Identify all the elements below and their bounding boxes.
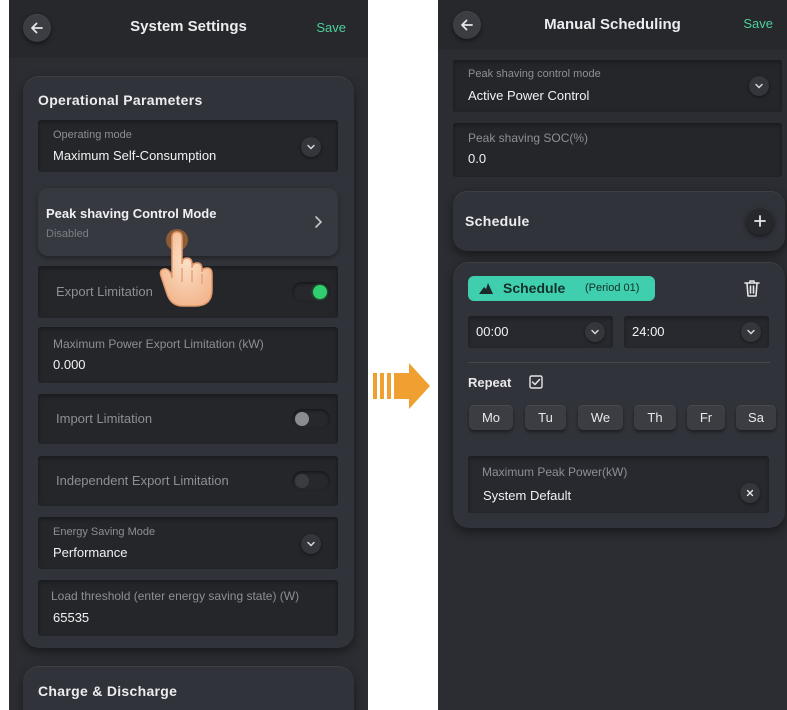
day-chip-fr[interactable]: Fr — [687, 405, 725, 430]
end-time-select[interactable]: 24:00 — [624, 316, 769, 348]
operating-mode-select[interactable]: Operating mode Maximum Self-Consumption — [38, 120, 338, 172]
trash-icon[interactable] — [742, 278, 762, 298]
save-button[interactable]: Save — [743, 16, 773, 31]
row-label: Independent Export Limitation — [56, 473, 229, 488]
start-time-select[interactable]: 00:00 — [468, 316, 613, 348]
day-chip-we[interactable]: We — [578, 405, 623, 430]
field-label: Maximum Peak Power(kW) — [482, 465, 628, 479]
operational-parameters-card: Operational Parameters Operating mode Ma… — [23, 76, 354, 648]
field-value: 65535 — [53, 610, 90, 625]
period-label: (Period 01) — [585, 282, 640, 294]
row-status: Disabled — [46, 228, 89, 240]
schedule-card: Schedule — [453, 191, 785, 251]
field-value: 00:00 — [476, 324, 509, 339]
field-value: Performance — [53, 545, 128, 560]
plus-icon — [754, 215, 766, 227]
close-icon — [746, 489, 754, 497]
day-chip-mo[interactable]: Mo — [469, 405, 513, 430]
peak-icon — [479, 283, 493, 294]
export-limitation-toggle[interactable] — [292, 282, 330, 302]
import-limitation-row: Import Limitation — [38, 394, 338, 444]
peak-shaving-mode-select[interactable]: Peak shaving control mode Active Power C… — [453, 60, 782, 112]
field-value: 0.0 — [468, 151, 487, 166]
section-title: Operational Parameters — [38, 92, 203, 108]
section-title: Charge & Discharge — [38, 683, 178, 699]
add-period-button[interactable] — [746, 207, 774, 235]
toggle-knob — [295, 474, 309, 488]
chevron-down-icon — [585, 322, 605, 342]
header: System Settings Save — [9, 0, 368, 58]
arrow-right-icon — [373, 363, 430, 409]
peak-shaving-soc-field[interactable]: Peak shaving SOC(%) 0.0 — [453, 123, 782, 177]
day-chip-tu[interactable]: Tu — [525, 405, 566, 430]
row-title: Peak shaving Control Mode — [46, 206, 217, 221]
section-title: Schedule — [465, 213, 530, 229]
day-chip-sa[interactable]: Sa — [736, 405, 776, 430]
row-label: Import Limitation — [56, 411, 153, 426]
max-power-export-field[interactable]: Maximum Power Export Limitation (kW) 0.0… — [38, 327, 338, 383]
field-value: 0.000 — [53, 357, 86, 372]
chevron-down-icon[interactable] — [749, 76, 769, 96]
system-settings-screen: System Settings Save Operational Paramet… — [9, 0, 368, 710]
page-title: System Settings — [130, 18, 247, 35]
chevron-right-icon — [315, 216, 323, 228]
field-value: Maximum Self-Consumption — [53, 148, 217, 163]
charge-discharge-card[interactable]: Charge & Discharge — [23, 666, 354, 710]
independent-export-toggle[interactable] — [292, 471, 330, 491]
field-value: 24:00 — [632, 324, 665, 339]
chevron-down-icon[interactable] — [301, 534, 321, 554]
field-label: Load threshold (enter energy saving stat… — [51, 589, 300, 603]
clear-button[interactable] — [740, 483, 760, 503]
import-limitation-toggle[interactable] — [292, 409, 330, 429]
field-label: Peak shaving SOC(%) — [468, 131, 589, 145]
repeat-label: Repeat — [468, 375, 512, 390]
field-label: Maximum Power Export Limitation (kW) — [53, 337, 264, 351]
chevron-down-icon[interactable] — [301, 137, 321, 157]
tap-hand-icon — [159, 229, 213, 307]
badge-label: Schedule — [503, 280, 566, 296]
toggle-knob — [295, 412, 309, 426]
page-title: Manual Scheduling — [544, 16, 681, 33]
field-label: Operating mode — [53, 129, 132, 141]
divider — [468, 362, 770, 363]
repeat-checkbox[interactable] — [529, 375, 543, 389]
chevron-down-icon — [741, 322, 761, 342]
energy-saving-mode-select[interactable]: Energy Saving Mode Performance — [38, 517, 338, 569]
independent-export-row: Independent Export Limitation — [38, 456, 338, 506]
field-value: Active Power Control — [468, 88, 590, 103]
row-label: Export Limitation — [56, 284, 153, 299]
manual-scheduling-screen: Manual Scheduling Save Peak shaving cont… — [438, 0, 787, 710]
save-button[interactable]: Save — [316, 20, 346, 35]
field-label: Energy Saving Mode — [53, 526, 156, 538]
load-threshold-field[interactable]: Load threshold (enter energy saving stat… — [38, 580, 338, 636]
max-peak-power-field[interactable]: Maximum Peak Power(kW) System Default — [468, 456, 769, 513]
toggle-knob — [313, 285, 327, 299]
field-value: System Default — [483, 488, 572, 503]
day-chip-th[interactable]: Th — [634, 405, 676, 430]
field-label: Peak shaving control mode — [468, 68, 601, 80]
schedule-badge: Schedule (Period 01) — [468, 276, 655, 301]
header: Manual Scheduling Save — [438, 0, 787, 50]
